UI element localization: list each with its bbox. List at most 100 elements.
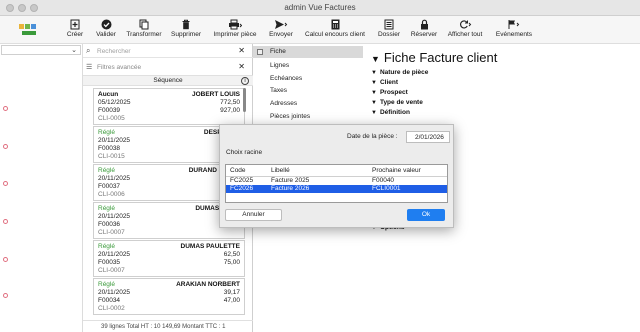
card-number: F00036 xyxy=(98,221,121,228)
cancel-button[interactable]: Annuler xyxy=(225,209,282,221)
card-date: 05/12/2025 xyxy=(98,99,131,106)
cell-libelle: Facture 2025 xyxy=(271,177,310,184)
send-button[interactable]: Envoyer xyxy=(266,19,296,43)
card-number: F00039 xyxy=(98,107,121,114)
toolbar: Créer Valider Transformer Supprimer Impr… xyxy=(0,16,640,44)
sequence-header[interactable]: Séquence i xyxy=(83,75,253,86)
disclosure-triangle-icon: ▼ xyxy=(371,80,377,86)
validate-button[interactable]: Valider xyxy=(93,19,119,43)
disclosure-triangle-icon: ▼ xyxy=(371,90,377,96)
choose-root-dialog: Date de la pièce : 2/01/2026 Choix racin… xyxy=(219,124,454,228)
cell-code: FC2025 xyxy=(230,177,254,184)
card-client-code: CLI-0005 xyxy=(98,115,125,122)
column-header-code[interactable]: Code xyxy=(230,167,246,174)
section-client[interactable]: ▼ Client xyxy=(371,79,398,86)
detail-title[interactable]: ▼ Fiche Facture client xyxy=(371,50,497,65)
card-client-code: CLI-0002 xyxy=(98,305,125,312)
nav-item-adresses[interactable]: Adresses xyxy=(253,98,363,110)
disclosure-triangle-icon: ▼ xyxy=(371,100,377,106)
nav-item-pieces-jointes[interactable]: Pièces jointes xyxy=(253,111,363,123)
section-nature-piece[interactable]: ▼ Nature de pièce xyxy=(371,69,428,76)
card-amount-ttc: 927,00 xyxy=(220,107,240,114)
card-status: Aucun xyxy=(98,91,119,98)
clear-filters-icon[interactable]: ✕ xyxy=(238,62,245,71)
card-client-code: CLI-0006 xyxy=(98,191,125,198)
card-date: 20/11/2025 xyxy=(98,175,131,182)
card-client: JOBERT LOUIS xyxy=(191,91,240,98)
table-row-selected[interactable]: FC2026 Facture 2026 FCLI0001 xyxy=(226,185,447,193)
reserve-button[interactable]: Réserver xyxy=(409,19,439,43)
card-date: 20/11/2025 xyxy=(98,251,131,258)
invoice-card[interactable]: Réglé DUMAS PAULETTE 20/11/2025 62,50 F0… xyxy=(93,240,245,277)
info-icon[interactable]: i xyxy=(241,77,249,85)
card-status: Réglé xyxy=(98,281,115,288)
row-status-dot xyxy=(3,293,8,298)
card-status: Réglé xyxy=(98,167,115,174)
column-header-prochaine-valeur[interactable]: Prochaine valeur xyxy=(372,167,421,174)
disclosure-triangle-icon: ▼ xyxy=(371,110,377,116)
sequence-label: Séquence xyxy=(153,77,183,84)
nav-item-lignes[interactable]: Lignes xyxy=(253,60,363,72)
cell-libelle: Facture 2026 xyxy=(271,185,310,192)
calculator-icon xyxy=(305,19,365,31)
create-button[interactable]: Créer xyxy=(64,19,86,43)
disclosure-triangle-icon: ▼ xyxy=(371,70,377,76)
window-titlebar: admin Vue Factures xyxy=(0,0,640,16)
card-date: 20/11/2025 xyxy=(98,137,131,144)
card-client-code: CLI-0007 xyxy=(98,229,125,236)
table-row[interactable]: FC2025 Facture 2025 F00040 xyxy=(226,177,447,185)
section-prospect[interactable]: ▼ Prospect xyxy=(371,89,408,96)
invoice-card[interactable]: Aucun JOBERT LOUIS 05/12/2025 772,50 F00… xyxy=(93,88,245,125)
row-status-dot xyxy=(3,257,8,262)
card-client-code: CLI-0007 xyxy=(98,267,125,274)
card-amount-ttc: 75,00 xyxy=(223,259,240,266)
card-number: F00035 xyxy=(98,259,121,266)
card-date: 20/11/2025 xyxy=(98,289,131,296)
advanced-filters-field[interactable]: ☰ Filtres avancée ✕ xyxy=(83,62,253,74)
cell-prochaine-valeur: FCLI0001 xyxy=(372,185,401,192)
root-table: Code Libellé Prochaine valeur FC2025 Fac… xyxy=(225,164,448,203)
print-document-button[interactable]: Imprimer pièce xyxy=(212,19,258,43)
printer-icon xyxy=(212,19,258,31)
refresh-icon xyxy=(444,19,486,31)
card-date: 20/11/2025 xyxy=(98,213,131,220)
folder-icon xyxy=(376,19,402,31)
row-status-dot xyxy=(3,106,8,111)
column-header-libelle[interactable]: Libellé xyxy=(271,167,290,174)
delete-button[interactable]: Supprimer xyxy=(168,19,204,43)
compute-customer-outstanding-button[interactable]: Calcul encours client xyxy=(305,19,365,43)
clear-search-icon[interactable]: ✕ xyxy=(238,46,245,55)
list-scrollbar[interactable] xyxy=(243,88,246,112)
app-logo xyxy=(19,24,36,35)
card-number: F00038 xyxy=(98,145,121,152)
view-selector[interactable]: ⌄ xyxy=(1,45,81,55)
show-all-button[interactable]: Afficher tout xyxy=(444,19,486,43)
row-status-dot xyxy=(3,144,8,149)
nav-item-echeances[interactable]: Echéances xyxy=(253,73,363,85)
nav-item-taxes[interactable]: Taxes xyxy=(253,85,363,97)
filter-icon: ☰ xyxy=(86,64,93,71)
filters-placeholder: Filtres avancée xyxy=(97,64,142,71)
events-button[interactable]: Evénements xyxy=(494,19,534,43)
section-definition[interactable]: ▼ Définition xyxy=(371,109,410,116)
flag-icon xyxy=(494,19,534,31)
ok-button[interactable]: Ok xyxy=(407,209,445,221)
card-amount-ht: 39,17 xyxy=(223,289,240,296)
card-client: ARAKIAN NORBERT xyxy=(176,281,240,288)
row-status-dot xyxy=(3,181,8,186)
search-field[interactable]: ⌕ Rechercher ✕ xyxy=(83,46,253,58)
disclosure-triangle-icon: ▼ xyxy=(371,54,380,64)
folder-button[interactable]: Dossier xyxy=(376,19,402,43)
left-pane: ⌄ xyxy=(0,44,83,332)
transform-button[interactable]: Transformer xyxy=(124,19,164,43)
nav-item-fiche[interactable]: Fiche xyxy=(253,46,363,58)
card-number: F00037 xyxy=(98,183,121,190)
document-date-input[interactable]: 2/01/2026 xyxy=(406,131,450,143)
section-type-vente[interactable]: ▼ Type de vente xyxy=(371,99,423,106)
copy-icon xyxy=(124,19,164,31)
card-amount-ht: 62,50 xyxy=(223,251,240,258)
document-date-label: Date de la pièce : xyxy=(347,133,398,140)
invoice-card[interactable]: Réglé ARAKIAN NORBERT 20/11/2025 39,17 F… xyxy=(93,278,245,315)
card-client-code: CLI-0015 xyxy=(98,153,125,160)
cell-prochaine-valeur: F00040 xyxy=(372,177,395,184)
